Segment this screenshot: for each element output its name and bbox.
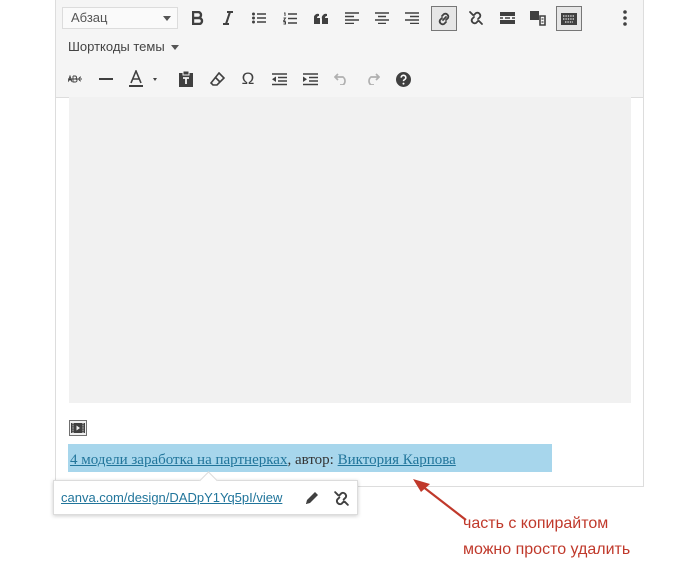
annotation-line-1: часть с копирайтом xyxy=(463,515,609,532)
outdent-icon xyxy=(271,72,287,85)
link-url[interactable]: canva.com/design/DADpY1Yq5pI/view xyxy=(61,490,282,505)
unlink-icon xyxy=(333,490,349,506)
kebab-menu-icon xyxy=(623,10,627,26)
bullet-list-button[interactable] xyxy=(248,7,270,29)
embed-preview-area[interactable] xyxy=(69,97,631,403)
redo-button[interactable] xyxy=(361,68,383,90)
article-link[interactable]: 4 модели заработка на партнерках xyxy=(70,452,287,468)
link-toolbar-popup: canva.com/design/DADpY1Yq5pI/view xyxy=(53,471,358,515)
remove-link-popup-button[interactable] xyxy=(330,487,352,509)
align-right-icon xyxy=(405,12,419,24)
clipboard-icon xyxy=(179,71,193,87)
annotation-note: часть с копирайтом можно просто удалить xyxy=(463,511,630,563)
editor-toolbar: Абзац Шорткоды темы Ω xyxy=(56,0,643,98)
outdent-button[interactable] xyxy=(268,68,290,90)
horizontal-line-icon xyxy=(99,78,113,80)
editor-frame: Абзац Шорткоды темы Ω 4 модели заработка… xyxy=(55,0,644,487)
align-right-button[interactable] xyxy=(401,7,423,29)
media-embed-icon[interactable] xyxy=(69,420,87,436)
caret-down-icon xyxy=(170,45,179,51)
text-color-button[interactable] xyxy=(126,68,164,90)
horizontal-line-button[interactable] xyxy=(95,68,117,90)
edit-link-button[interactable] xyxy=(301,487,323,509)
paste-text-button[interactable] xyxy=(527,7,549,29)
italic-icon xyxy=(223,11,233,25)
annotation-line-2: можно просто удалить xyxy=(463,541,631,558)
eraser-icon xyxy=(209,71,225,86)
format-select[interactable]: Абзац xyxy=(62,7,178,29)
italic-button[interactable] xyxy=(217,7,239,29)
align-center-button[interactable] xyxy=(371,7,393,29)
indent-button[interactable] xyxy=(299,68,321,90)
keyboard-icon xyxy=(561,12,577,25)
bullet-list-icon xyxy=(252,12,266,24)
undo-button[interactable] xyxy=(330,68,352,90)
bold-icon xyxy=(192,11,204,25)
read-more-icon xyxy=(499,12,515,24)
chevron-down-icon xyxy=(163,16,171,21)
pencil-icon xyxy=(306,492,318,504)
paste-text-icon xyxy=(530,10,546,26)
align-center-icon xyxy=(375,12,389,24)
align-left-button[interactable] xyxy=(341,7,363,29)
author-link[interactable]: Виктория Карпова xyxy=(338,452,456,468)
format-select-value: Абзац xyxy=(71,10,108,25)
help-icon xyxy=(395,71,411,87)
shortcodes-dropdown[interactable]: Шорткоды темы xyxy=(68,38,179,56)
undo-icon xyxy=(333,73,346,85)
more-options-button[interactable] xyxy=(618,7,632,29)
link-icon xyxy=(438,12,450,25)
special-char-button[interactable]: Ω xyxy=(237,68,259,90)
numbered-list-button[interactable] xyxy=(279,7,301,29)
strikethrough-icon xyxy=(68,75,82,83)
redo-icon xyxy=(367,73,380,85)
insert-link-button[interactable] xyxy=(431,6,457,31)
clear-formatting-button[interactable] xyxy=(206,68,228,90)
bold-button[interactable] xyxy=(187,7,209,29)
align-left-icon xyxy=(345,12,359,24)
numbered-list-icon xyxy=(283,12,297,24)
text-color-icon xyxy=(129,70,157,87)
paste-as-text-button[interactable] xyxy=(175,68,197,90)
caption-paragraph[interactable]: 4 модели заработка на партнерках, автор:… xyxy=(70,452,456,469)
caption-author-prefix: , автор: xyxy=(287,452,338,468)
toolbar-toggle-button[interactable] xyxy=(556,6,582,31)
read-more-button[interactable] xyxy=(496,7,518,29)
shortcodes-label: Шорткоды темы xyxy=(68,39,165,54)
quote-icon xyxy=(313,13,328,24)
omega-icon: Ω xyxy=(241,69,255,88)
remove-link-button[interactable] xyxy=(465,7,487,29)
blockquote-button[interactable] xyxy=(310,7,332,29)
help-button[interactable] xyxy=(392,68,414,90)
strikethrough-button[interactable] xyxy=(64,68,86,90)
indent-icon xyxy=(302,72,318,85)
unlink-icon xyxy=(469,11,483,25)
